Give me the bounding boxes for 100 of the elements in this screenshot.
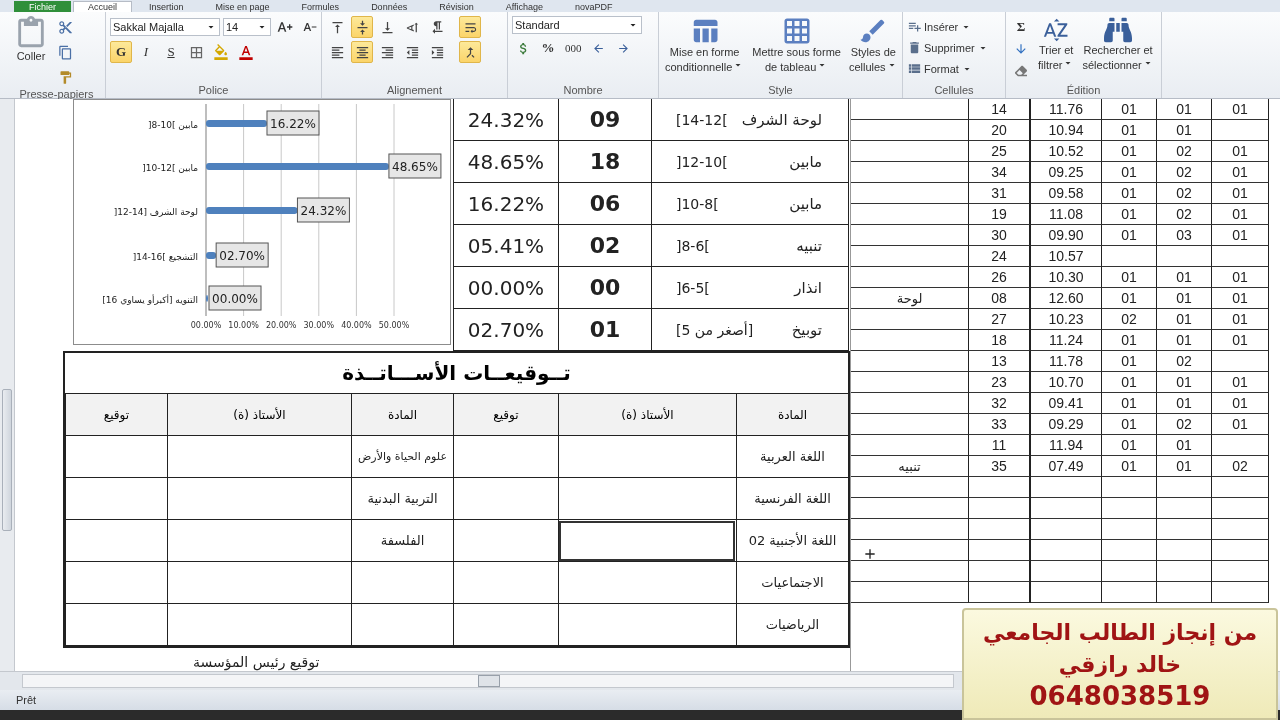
font-size-field[interactable]: 14 (223, 18, 271, 36)
table-cell: 01 (1157, 309, 1212, 330)
table-cell: الفلسفة (351, 520, 453, 562)
table-cell: 01 (1212, 162, 1269, 183)
credit-text: خالد رازقي (1058, 651, 1182, 680)
table-cell: 03 (1157, 225, 1212, 246)
table-cell: 01 (1102, 456, 1157, 477)
column-header: توقيع (453, 394, 558, 436)
table-cell: 25 (969, 141, 1031, 162)
table-cell: 01 (1157, 99, 1212, 120)
category-label: مابين ]10-8[ (148, 120, 198, 130)
table-cell: 07.49 (1031, 456, 1102, 477)
group-label: Police (198, 84, 229, 98)
category-label: التشجيع ]16-14[ (132, 252, 198, 262)
category-label: التنويه [أكبرأو يساوي 16] (102, 295, 198, 305)
font-style-button[interactable]: I (135, 41, 157, 63)
table-cell: 01 (1102, 141, 1157, 162)
autosum-button[interactable]: Σ (1010, 16, 1032, 38)
editing-button[interactable]: Rechercher et sélectionner (1080, 16, 1156, 72)
grade-range: ]6-5[ (676, 279, 710, 296)
ribbon-tab[interactable]: Insertion (134, 1, 199, 12)
table-cell: 35 (969, 456, 1031, 477)
table-cell: 01 (1157, 435, 1212, 456)
ribbon-tab[interactable]: Affichage (490, 1, 559, 12)
table-cell: 11 (969, 435, 1031, 456)
group-label: Cellules (934, 84, 974, 98)
table-cell: 30 (969, 225, 1031, 246)
group-label: Presse-papiers (19, 88, 94, 100)
table-cell: 11.08 (1031, 204, 1102, 225)
table-cell: 01 (1157, 456, 1212, 477)
category-name: تنبيه (796, 236, 822, 255)
table-cell: 01 (1102, 435, 1157, 456)
cells-button[interactable]: Supprimer (907, 37, 989, 58)
editing-button[interactable]: Trier et filtrer (1036, 16, 1077, 72)
table-cell: 09.25 (1031, 162, 1102, 183)
table-cell: 01 (1212, 99, 1269, 120)
signature-label: توقيع رئيس المؤسسة (193, 654, 320, 670)
style-button[interactable]: Mise en forme conditionnelle (663, 16, 747, 74)
ribbon-tab[interactable]: Révision (424, 1, 489, 12)
table-cell: 01 (1212, 309, 1269, 330)
table-cell: 02 (1102, 309, 1157, 330)
table-cell: 33 (969, 414, 1031, 435)
table-cell: 01 (1102, 183, 1157, 204)
data-label: 48.65% (388, 153, 442, 179)
style-button[interactable]: Styles de cellules (846, 16, 900, 74)
paste-button[interactable]: Coller (12, 16, 50, 63)
table-cell: 05.41% (454, 225, 559, 267)
category-name: لوحة الشرف (741, 110, 822, 129)
column-header: المادة (736, 394, 848, 436)
table-cell: 00 (559, 267, 652, 309)
table-cell: علوم الحياة والأرض (351, 436, 453, 478)
number-format-field[interactable]: Standard (512, 16, 642, 34)
table-cell: 02 (1157, 141, 1212, 162)
table-cell: 10.52 (1031, 141, 1102, 162)
thousands-button[interactable]: 000 (562, 37, 585, 59)
group-label: Nombre (563, 84, 603, 98)
table-cell: 12.60 (1031, 288, 1102, 309)
style-button[interactable]: Mettre sous forme de tableau (750, 16, 843, 74)
ribbon-tab[interactable]: Mise en page (200, 1, 285, 12)
table-cell: اللغة الفرنسية (736, 478, 848, 520)
table-cell: 01 (1212, 414, 1269, 435)
table-cell: 02 (1157, 204, 1212, 225)
table-cell: 01 (1212, 267, 1269, 288)
column-header: توقيع (65, 394, 167, 436)
table-cell: التربية البدنية (351, 478, 453, 520)
axis-label: 00.00% (190, 321, 222, 330)
grade-range: [14-12[ (676, 111, 728, 128)
table-cell: 01 (1102, 225, 1157, 246)
ribbon-tab[interactable]: Formules (286, 1, 355, 12)
grade-range: [أصغر من 5] (676, 321, 754, 338)
status-text: Prêt (16, 694, 37, 706)
table-cell: 01 (1212, 372, 1269, 393)
table-cell: تنبيه (851, 456, 969, 477)
font-style-button[interactable]: G (110, 41, 132, 63)
table-cell: 01 (1212, 288, 1269, 309)
group-label: Alignement (386, 84, 442, 98)
font-style-button[interactable]: S (160, 41, 182, 63)
table-cell: 24 (969, 246, 1031, 267)
cells-button[interactable]: Insérer (907, 16, 989, 37)
axis-label: 30.00% (303, 321, 335, 330)
table-cell: 09.58 (1031, 183, 1102, 204)
grade-range: ]12-10[ (676, 153, 728, 170)
table-cell: 48.65% (454, 141, 559, 183)
table-cell: 01 (1212, 141, 1269, 162)
data-label: 00.00% (208, 285, 262, 311)
table-cell: 01 (1102, 414, 1157, 435)
credit-text: 0648038519 (1029, 681, 1211, 711)
font-name-field[interactable]: Sakkal Majalla (110, 18, 220, 36)
table-cell: 09.41 (1031, 393, 1102, 414)
ribbon-tab[interactable]: Accueil (73, 1, 133, 12)
ribbon-tab[interactable]: novaPDF (560, 1, 628, 12)
table-cell: 01 (1157, 288, 1212, 309)
ribbon-tab[interactable]: Données (356, 1, 423, 12)
cells-button[interactable]: Format (907, 58, 989, 79)
table-cell: 02 (1157, 414, 1212, 435)
ribbon-tab[interactable]: Fichier (14, 1, 71, 12)
column-header: المادة (351, 394, 453, 436)
table-cell: 10.57 (1031, 246, 1102, 267)
percent-button[interactable]: % (537, 37, 559, 59)
table-cell: 01 (1102, 162, 1157, 183)
